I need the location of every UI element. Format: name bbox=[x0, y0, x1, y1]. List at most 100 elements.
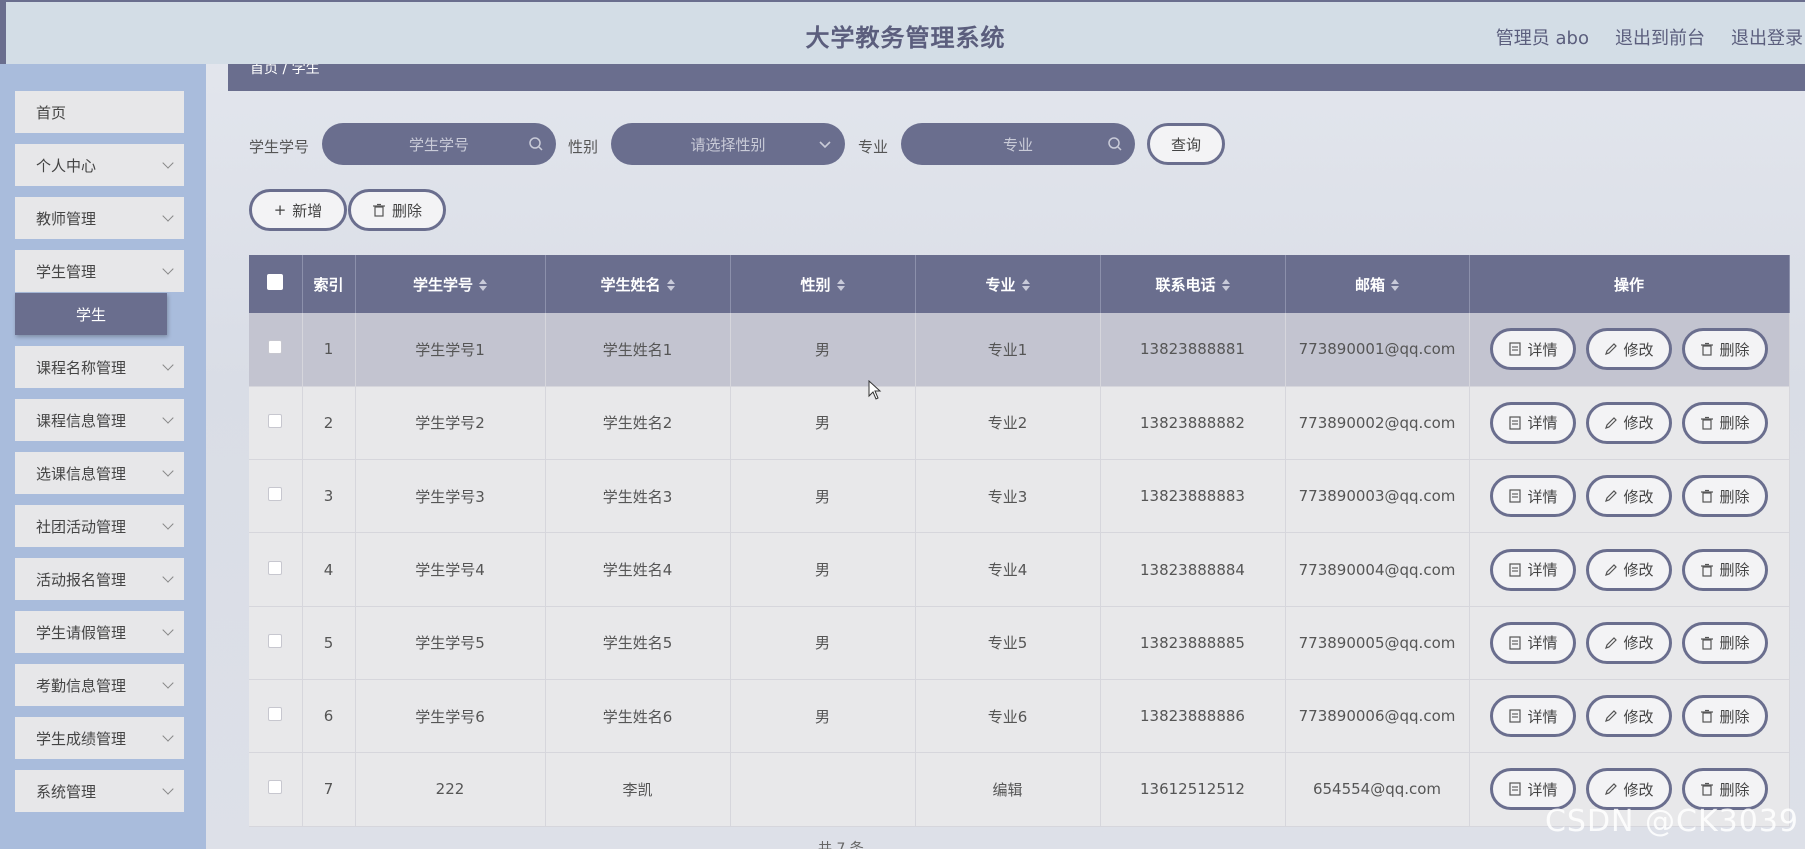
sidebar-item-home[interactable]: 首页 bbox=[15, 91, 184, 133]
sidebar-item-teacher-management[interactable]: 教师管理 bbox=[15, 197, 184, 239]
sidebar-item-course-info-management[interactable]: 课程信息管理 bbox=[15, 399, 184, 441]
trash-icon bbox=[1701, 636, 1714, 650]
major-input[interactable]: 专业 bbox=[901, 123, 1135, 165]
admin-user-link[interactable]: 管理员 abo bbox=[1496, 24, 1589, 50]
select-all-cell[interactable] bbox=[249, 255, 303, 313]
batch-delete-button[interactable]: 删除 bbox=[348, 189, 446, 231]
sort-icon[interactable] bbox=[1221, 279, 1230, 291]
row-checkbox[interactable] bbox=[268, 413, 283, 428]
delete-button[interactable]: 删除 bbox=[1682, 475, 1768, 518]
edit-button[interactable]: 修改 bbox=[1586, 548, 1672, 591]
gender-select[interactable]: 请选择性别 bbox=[611, 123, 845, 165]
sidebar-subitem-student[interactable]: 学生 bbox=[15, 293, 167, 335]
select-all-checkbox[interactable] bbox=[267, 274, 284, 290]
add-button[interactable]: + 新增 bbox=[249, 189, 347, 231]
sidebar-item-course-selection-management[interactable]: 选课信息管理 bbox=[15, 452, 184, 494]
column-header-phone[interactable]: 联系电话 bbox=[1100, 255, 1286, 313]
edit-button[interactable]: 修改 bbox=[1586, 401, 1672, 444]
sidebar-item-grade-management[interactable]: 学生成绩管理 bbox=[15, 717, 184, 759]
row-checkbox[interactable] bbox=[268, 633, 283, 648]
sort-icon[interactable] bbox=[666, 279, 675, 291]
logout-link[interactable]: 退出登录 bbox=[1731, 24, 1803, 50]
row-select-cell[interactable] bbox=[249, 752, 303, 827]
table-row[interactable]: 3 学生学号3 学生姓名3 男专业3 13823888883 773890003@qq.c… bbox=[249, 459, 1790, 534]
table-row[interactable]: 2 学生学号2 学生姓名2 男专业2 13823888882 773890002@qq.c… bbox=[249, 386, 1790, 461]
query-button[interactable]: 查询 bbox=[1147, 123, 1225, 165]
cell-gender bbox=[730, 752, 916, 827]
detail-button[interactable]: 详情 bbox=[1490, 695, 1576, 738]
edit-button-label: 修改 bbox=[1623, 707, 1654, 726]
table-row[interactable]: 1 学生学号1 学生姓名1 男专业1 13823888881 773890001@qq.c… bbox=[249, 313, 1790, 387]
row-checkbox[interactable] bbox=[268, 560, 283, 575]
row-select-cell[interactable] bbox=[249, 313, 303, 387]
table-row[interactable]: 4 学生学号4 学生姓名4 男专业4 13823888884 773890004@qq.c… bbox=[249, 532, 1790, 607]
header-links: 管理员 abo 退出到前台 退出登录 bbox=[1496, 24, 1803, 50]
column-header-email[interactable]: 邮箱 bbox=[1285, 255, 1470, 313]
detail-button[interactable]: 详情 bbox=[1490, 328, 1576, 371]
column-header-student-no[interactable]: 学生学号 bbox=[355, 255, 546, 313]
table-row[interactable]: 5 学生学号5 学生姓名5 男专业5 13823888885 773890005@qq.c… bbox=[249, 606, 1790, 680]
row-select-cell[interactable] bbox=[249, 606, 303, 680]
row-checkbox[interactable] bbox=[268, 340, 283, 355]
row-select-cell[interactable] bbox=[249, 386, 303, 461]
delete-button-label: 删除 bbox=[1719, 487, 1750, 506]
sidebar-item-system-management[interactable]: 系统管理 bbox=[15, 770, 184, 812]
detail-button[interactable]: 详情 bbox=[1490, 401, 1576, 444]
detail-button[interactable]: 详情 bbox=[1490, 475, 1576, 518]
sidebar-item-course-name-management[interactable]: 课程名称管理 bbox=[15, 346, 184, 388]
delete-button[interactable]: 删除 bbox=[1682, 548, 1768, 591]
delete-button[interactable]: 删除 bbox=[1682, 328, 1768, 371]
table-row[interactable]: 6 学生学号6 学生姓名6 男专业6 13823888886 773890006@qq.c… bbox=[249, 679, 1790, 754]
row-checkbox[interactable] bbox=[268, 487, 283, 502]
edit-button[interactable]: 修改 bbox=[1586, 475, 1672, 518]
sidebar-item-personal-center[interactable]: 个人中心 bbox=[15, 144, 184, 186]
sidebar-item-label: 学生请假管理 bbox=[36, 623, 127, 642]
detail-button-label: 详情 bbox=[1527, 414, 1558, 433]
document-icon bbox=[1509, 416, 1522, 430]
chevron-down-icon bbox=[162, 624, 174, 636]
chevron-down-icon bbox=[162, 783, 174, 795]
detail-button[interactable]: 详情 bbox=[1490, 621, 1576, 664]
row-select-cell[interactable] bbox=[249, 459, 303, 534]
column-header-label: 性别 bbox=[800, 275, 831, 294]
row-actions: 详情 修改 删除 bbox=[1469, 679, 1790, 754]
sidebar-item-student-management[interactable]: 学生管理 bbox=[15, 250, 184, 292]
cell-email: 773890002@qq.com bbox=[1285, 386, 1470, 461]
sidebar-item-activity-signup-management[interactable]: 活动报名管理 bbox=[15, 558, 184, 600]
delete-button[interactable]: 删除 bbox=[1682, 695, 1768, 738]
cell-email: 773890004@qq.com bbox=[1285, 532, 1470, 607]
row-checkbox[interactable] bbox=[268, 707, 283, 722]
row-select-cell[interactable] bbox=[249, 679, 303, 754]
detail-button[interactable]: 详情 bbox=[1490, 548, 1576, 591]
column-header-gender[interactable]: 性别 bbox=[730, 255, 916, 313]
trash-icon bbox=[1701, 343, 1714, 356]
search-icon bbox=[1108, 137, 1122, 151]
sidebar-item-attendance-management[interactable]: 考勤信息管理 bbox=[15, 664, 184, 706]
table-body: 1 学生学号1 学生姓名1 男专业1 13823888881 773890001@qq.c… bbox=[249, 313, 1790, 827]
document-icon bbox=[1509, 709, 1522, 723]
gender-label: 性别 bbox=[568, 138, 599, 156]
edit-button[interactable]: 修改 bbox=[1586, 621, 1672, 664]
column-header-major[interactable]: 专业 bbox=[915, 255, 1101, 313]
pencil-icon bbox=[1605, 710, 1618, 723]
delete-button[interactable]: 删除 bbox=[1682, 621, 1768, 664]
sidebar-item-club-activity-management[interactable]: 社团活动管理 bbox=[15, 505, 184, 547]
edit-button[interactable]: 修改 bbox=[1586, 328, 1672, 371]
cell-major: 专业1 bbox=[915, 313, 1101, 387]
detail-button-label: 详情 bbox=[1527, 561, 1558, 580]
student-no-input[interactable]: 学生学号 bbox=[322, 123, 556, 165]
sort-icon[interactable] bbox=[836, 279, 845, 291]
cell-phone: 13823888882 bbox=[1100, 386, 1286, 461]
row-checkbox[interactable] bbox=[268, 780, 283, 795]
exit-to-front-link[interactable]: 退出到前台 bbox=[1615, 24, 1705, 50]
sort-icon[interactable] bbox=[479, 279, 487, 291]
edit-button[interactable]: 修改 bbox=[1586, 695, 1672, 738]
document-icon bbox=[1509, 636, 1522, 650]
row-select-cell[interactable] bbox=[249, 532, 303, 607]
delete-button[interactable]: 删除 bbox=[1682, 401, 1768, 444]
sort-icon[interactable] bbox=[1391, 279, 1399, 291]
pencil-icon bbox=[1605, 783, 1618, 796]
column-header-student-name[interactable]: 学生姓名 bbox=[545, 255, 731, 313]
sidebar-item-student-leave-management[interactable]: 学生请假管理 bbox=[15, 611, 184, 653]
sort-icon[interactable] bbox=[1021, 279, 1030, 291]
